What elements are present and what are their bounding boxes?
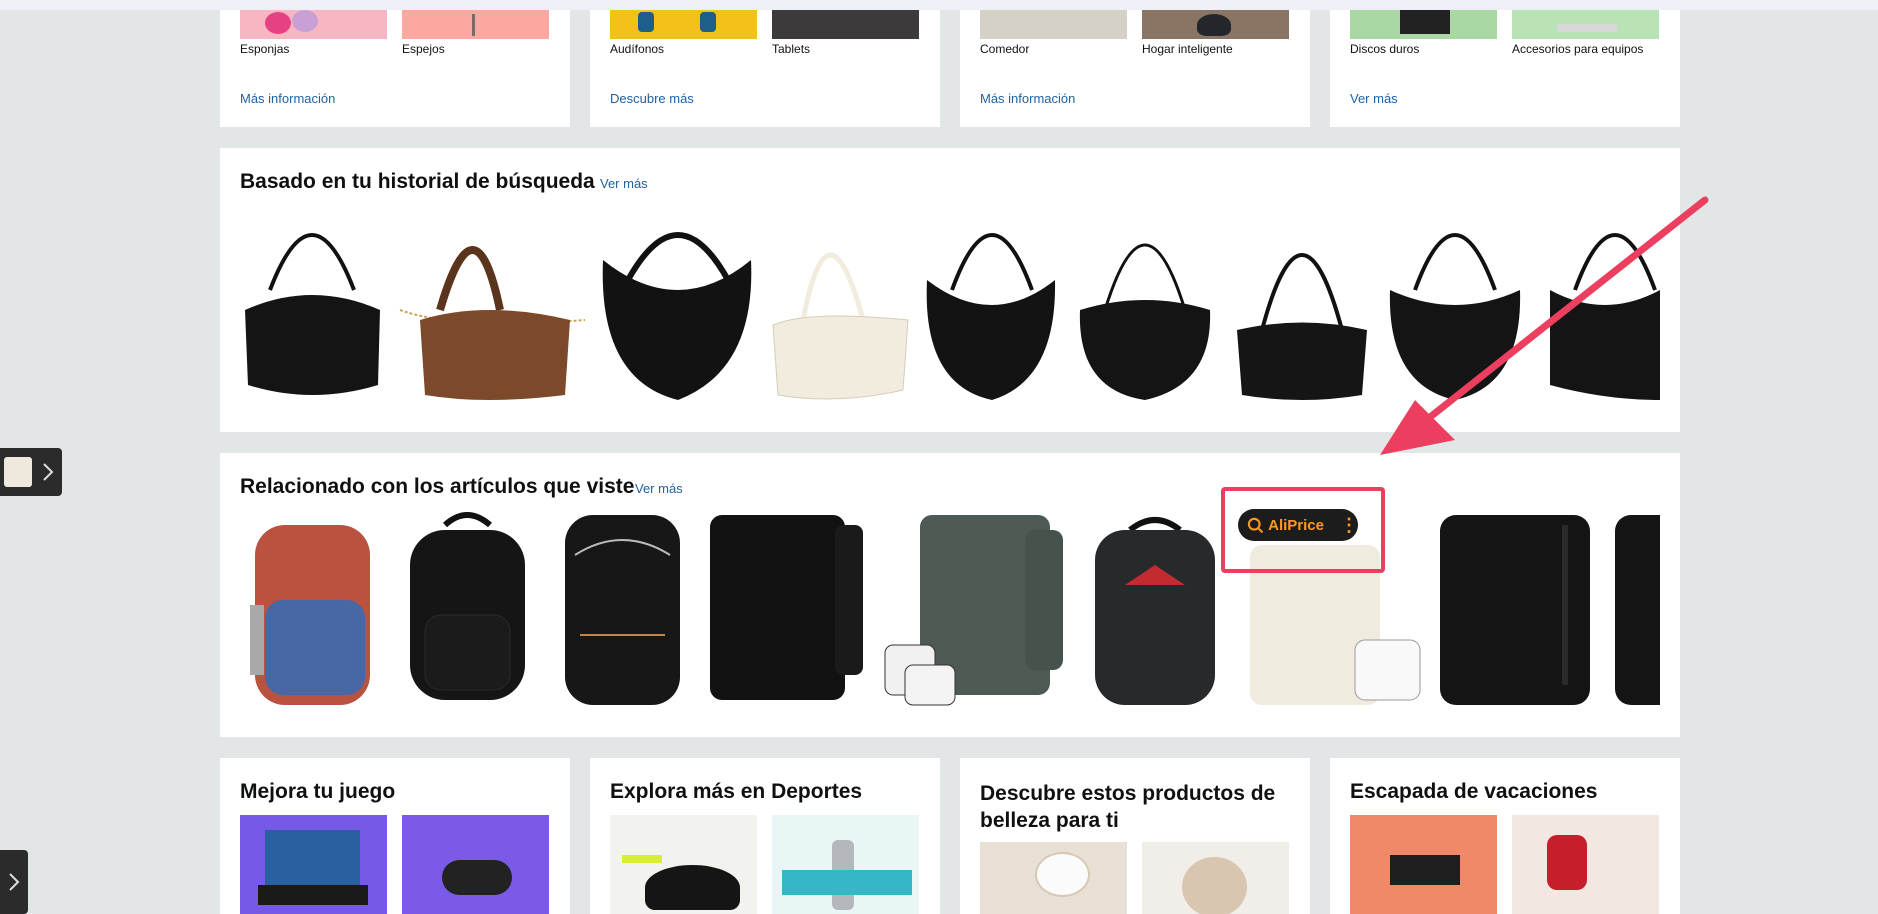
hard-drives-tile-image[interactable]: [1350, 10, 1497, 39]
more-info-link[interactable]: Más información: [240, 91, 335, 106]
cream-product-tile-image[interactable]: [980, 842, 1127, 914]
gaming-controller-tile-image[interactable]: [402, 815, 549, 914]
tile-label[interactable]: Accesorios para equipos: [1512, 42, 1643, 56]
green-travel-backpack-product[interactable]: [880, 505, 1070, 710]
black-backpack-product-2[interactable]: [1610, 505, 1660, 710]
helmet-tile-image[interactable]: [610, 815, 757, 914]
headphones-tile-image[interactable]: [610, 10, 757, 39]
black-shoulder-product-1[interactable]: [922, 200, 1060, 405]
category-card-3: Comedor Hogar inteligente Más informació…: [960, 10, 1310, 127]
aliprice-label: AliPrice: [1268, 516, 1324, 534]
smart-home-tile-image[interactable]: [1142, 10, 1289, 39]
mirrors-tile-image[interactable]: [402, 10, 549, 39]
black-travel-backpack-product[interactable]: [705, 505, 870, 710]
vacation-accessories-tile-image[interactable]: [1350, 815, 1497, 914]
row-title: Relacionado con los artículos que viste: [240, 475, 635, 498]
card-title: Explora más en Deportes: [610, 780, 863, 803]
bottle-tile-image[interactable]: [772, 815, 919, 914]
bottom-card-3: Descubre estos productos de belleza para…: [960, 758, 1310, 914]
side-panel-expand-tab[interactable]: [0, 850, 28, 914]
tile-label[interactable]: Tablets: [772, 42, 810, 56]
category-card-4: Discos duros Accesorios para equipos Ver…: [1330, 10, 1680, 127]
category-card-2: Audífonos Tablets Descubre más: [590, 10, 940, 127]
bottom-card-1: Mejora tu juego: [220, 758, 570, 914]
swimwear-tile-image[interactable]: [1512, 815, 1659, 914]
category-card-1: Esponjas Espejos Más información: [220, 10, 570, 127]
black-hobo-product[interactable]: [598, 200, 756, 405]
bottom-card-4: Escapada de vacaciones: [1330, 758, 1680, 914]
tile-label[interactable]: Audífonos: [610, 42, 664, 56]
tile-label[interactable]: Hogar inteligente: [1142, 42, 1233, 56]
cream-baguette-product[interactable]: [768, 200, 913, 405]
dining-tile-image[interactable]: [980, 10, 1127, 39]
discover-more-link[interactable]: Descubre más: [610, 91, 694, 106]
black-shoulder-product-2[interactable]: [1075, 200, 1215, 405]
see-more-link[interactable]: Ver más: [1350, 91, 1398, 106]
makeup-brush-tile-image[interactable]: [1142, 842, 1289, 914]
aliprice-button[interactable]: AliPrice ⋮: [1238, 509, 1358, 541]
more-info-link[interactable]: Más información: [980, 91, 1075, 106]
tile-label[interactable]: Esponjas: [240, 42, 289, 56]
sponges-tile-image[interactable]: [240, 10, 387, 39]
tile-label[interactable]: Discos duros: [1350, 42, 1419, 56]
row-title: Basado en tu historial de búsqueda: [240, 170, 595, 193]
chevron-right-icon: [9, 873, 20, 891]
tablets-tile-image[interactable]: [772, 10, 919, 39]
tile-label[interactable]: Comedor: [980, 42, 1029, 56]
more-options-icon[interactable]: ⋮: [1340, 516, 1358, 534]
gaming-laptop-tile-image[interactable]: [240, 815, 387, 914]
black-handbag-product[interactable]: [240, 200, 385, 405]
black-laptop-backpack-product[interactable]: [555, 505, 690, 710]
black-baguette-product[interactable]: [1232, 200, 1372, 405]
side-panel-thumbnail-tab[interactable]: [0, 448, 62, 496]
black-red-logo-backpack-product[interactable]: [1090, 505, 1220, 710]
black-backpack-product[interactable]: [400, 505, 535, 710]
see-more-link[interactable]: Ver más: [600, 176, 648, 191]
equipment-accessories-tile-image[interactable]: [1512, 10, 1659, 39]
bottom-card-2: Explora más en Deportes: [590, 758, 940, 914]
card-title: Descubre estos productos de belleza para…: [980, 782, 1276, 832]
black-large-backpack-product[interactable]: [1435, 505, 1600, 710]
product-thumbnail: [4, 457, 32, 487]
brown-handbag-product[interactable]: [395, 200, 590, 405]
red-blue-backpack-product[interactable]: [245, 505, 380, 710]
browser-top-strip: [0, 0, 1878, 10]
annotation-arrow-icon: [1380, 196, 1709, 455]
search-icon: [1247, 517, 1264, 534]
tile-label[interactable]: Espejos: [402, 42, 445, 56]
card-title: Mejora tu juego: [240, 780, 396, 803]
see-more-link[interactable]: Ver más: [635, 481, 683, 496]
card-title: Escapada de vacaciones: [1350, 780, 1598, 803]
chevron-right-icon: [43, 463, 54, 481]
